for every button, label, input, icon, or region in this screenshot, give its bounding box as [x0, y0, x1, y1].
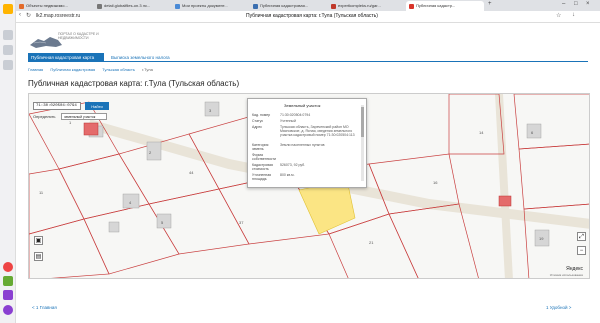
tab-6-active[interactable]: Публичная кадастр...: [406, 1, 484, 11]
define-select[interactable]: земельный участок: [61, 113, 107, 120]
parcel-info-popup: Земельный участок Кад. номер 71:30:02050…: [247, 98, 367, 188]
define-label: Определять: [33, 114, 56, 119]
breadcrumb-item-current: г.Тула: [142, 67, 153, 72]
tab-bar: Объекты недвижимо... detail.globalfiles-…: [16, 0, 600, 11]
site-content: ПОРТАЛ О КАДАСТРЕ И НЕДВИЖИМОСТИ Публичн…: [16, 23, 600, 323]
popup-value: Учтенный: [280, 119, 296, 123]
popup-key: Форма собственности: [252, 153, 276, 161]
minimize-icon[interactable]: –: [562, 1, 565, 7]
popup-value: Земли населенных пунктов: [280, 143, 325, 147]
parcel-label: 14: [479, 130, 484, 135]
popup-value: 800 кв.м.: [280, 173, 295, 177]
highlighted-parcel[interactable]: [498, 195, 512, 207]
bookmark-star-icon[interactable]: ☆: [556, 12, 561, 19]
address-bar: ‹ ↻ lk2.map.rosreestr.ru Публичная кадас…: [16, 11, 600, 23]
tab-favicon-icon: [19, 4, 24, 9]
popup-value: 526073, 92 руб.: [280, 163, 306, 167]
fullscreen-icon[interactable]: ⤢: [577, 232, 586, 241]
music-icon[interactable]: [3, 290, 13, 300]
downloads-icon[interactable]: [3, 45, 13, 55]
tab-1[interactable]: Объекты недвижимо...: [16, 1, 94, 11]
parcel-label: 16: [433, 180, 438, 185]
layers-icon[interactable]: ▣: [34, 236, 43, 245]
page-tab-title: Публичная кадастровая карта: г.Тула (Тул…: [246, 13, 378, 19]
popup-key: Адрес: [252, 125, 263, 129]
pager-next[interactable]: 1 Удобной >: [546, 305, 571, 310]
downloads-bar-icon[interactable]: ↓: [572, 12, 575, 18]
new-tab-icon[interactable]: +: [488, 1, 492, 7]
tab-label: Объекты недвижимо...: [26, 3, 68, 8]
bookmarks-icon[interactable]: [3, 4, 13, 14]
map-type-icon[interactable]: ▤: [34, 252, 43, 261]
popup-key: Кадастровая стоимость: [252, 163, 273, 171]
popup-key: Статус: [252, 119, 264, 123]
popup-scrollbar[interactable]: [361, 105, 364, 181]
popup-key: Кад. номер: [252, 113, 271, 117]
tab-label: detail.globalfiles-on.3 лс...: [104, 3, 151, 8]
breadcrumb-item-map[interactable]: Публичная кадастровая: [50, 67, 95, 72]
history-icon[interactable]: [3, 30, 13, 40]
zoom-out-icon[interactable]: −: [577, 246, 586, 255]
settings-icon[interactable]: [3, 60, 13, 70]
tab-land-tax[interactable]: Выписка земельного налога: [108, 53, 173, 61]
app-icon[interactable]: [3, 276, 13, 286]
cadastral-search-input[interactable]: 71:30:020504:0794: [33, 102, 81, 110]
tab-public-map[interactable]: Публичная кадастровая карта: [28, 53, 104, 61]
assistant-icon[interactable]: [3, 305, 13, 315]
browser-sidebar: [0, 0, 16, 323]
popup-key: Категория земель: [252, 143, 269, 151]
tab-label: expertkompleks.ru/gar...: [338, 3, 381, 8]
popup-value: Тульская область, Зареченский район МО М…: [280, 125, 355, 137]
popup-value: 71:30:020504:0794: [280, 113, 311, 117]
tab-4[interactable]: Публичная кадастровая...: [250, 1, 328, 11]
tab-label: Публичная кадастр...: [416, 3, 456, 8]
breadcrumb-item-region[interactable]: Тульская область: [102, 67, 135, 72]
tab-favicon-icon: [175, 4, 180, 9]
tab-5[interactable]: expertkompleks.ru/gar...: [328, 1, 406, 11]
popup-heading: Земельный участок: [284, 103, 321, 108]
tab-label: Мои проекты документ...: [182, 3, 228, 8]
parcel-label: 37: [239, 220, 244, 225]
parcel-label: 19: [539, 236, 544, 241]
tab-favicon-icon: [409, 4, 414, 9]
popup-key: Уточненная площадь: [252, 173, 272, 181]
yandex-terms-link[interactable]: Условия использования: [550, 273, 583, 277]
nav-divider: [28, 61, 588, 62]
reload-icon[interactable]: ↻: [26, 12, 31, 19]
tab-label: Публичная кадастровая...: [260, 3, 309, 8]
back-icon[interactable]: ‹: [19, 12, 21, 18]
parcel-label: 21: [369, 240, 374, 245]
page-title: Публичная кадастровая карта: г.Тула (Тул…: [28, 79, 240, 88]
maximize-icon[interactable]: □: [574, 1, 578, 7]
cadastral-map[interactable]: 1 2 3 4 5 6 11 14 16 19 21 37 44 71:30:0…: [28, 93, 590, 279]
search-button[interactable]: Найти: [85, 102, 109, 110]
url-field[interactable]: lk2.map.rosreestr.ru: [36, 13, 80, 19]
parcel-label: 44: [189, 170, 194, 175]
notification-icon[interactable]: [3, 262, 13, 272]
logo-text: ПОРТАЛ О КАДАСТРЕ И НЕДВИЖИМОСТИ: [58, 32, 99, 40]
breadcrumb: Главная Публичная кадастровая Тульская о…: [28, 67, 159, 72]
pager-prev[interactable]: < 1 Главная: [32, 305, 57, 310]
yandex-logo: Яндекс: [566, 266, 583, 272]
close-window-icon[interactable]: ×: [586, 1, 590, 7]
tab-favicon-icon: [331, 4, 336, 9]
tab-2[interactable]: detail.globalfiles-on.3 лс...: [94, 1, 172, 11]
breadcrumb-item-home[interactable]: Главная: [28, 67, 43, 72]
tab-favicon-icon: [97, 4, 102, 9]
tab-3[interactable]: Мои проекты документ...: [172, 1, 250, 11]
highlighted-parcel[interactable]: [83, 122, 99, 136]
tab-favicon-icon: [253, 4, 258, 9]
